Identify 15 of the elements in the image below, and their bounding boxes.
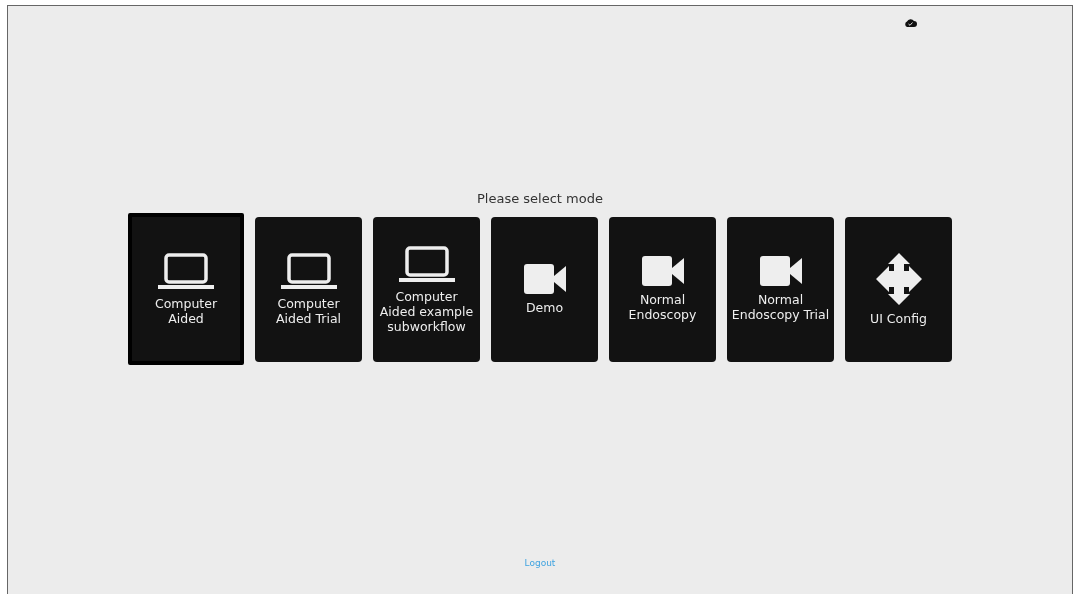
mode-tile[interactable]: Computer Aided Trial xyxy=(255,216,362,362)
laptop-icon xyxy=(280,252,337,290)
laptop-icon xyxy=(158,252,214,290)
mode-prompt: Please select mode xyxy=(477,191,603,206)
mode-tile[interactable]: Normal Endoscopy Trial xyxy=(727,216,834,362)
video-camera-icon xyxy=(759,256,802,286)
video-camera-icon xyxy=(641,256,684,286)
mode-tile[interactable]: Normal Endoscopy xyxy=(609,216,716,362)
cloud-check-icon xyxy=(904,18,917,27)
laptop-icon xyxy=(398,244,455,283)
mode-tile[interactable]: Demo xyxy=(491,216,598,362)
mode-tile[interactable]: Computer Aided xyxy=(128,213,244,365)
video-camera-icon xyxy=(523,263,566,294)
mode-tile[interactable]: Computer Aided example subworkflow xyxy=(373,216,480,362)
mode-tile[interactable]: UI Config xyxy=(845,216,952,362)
